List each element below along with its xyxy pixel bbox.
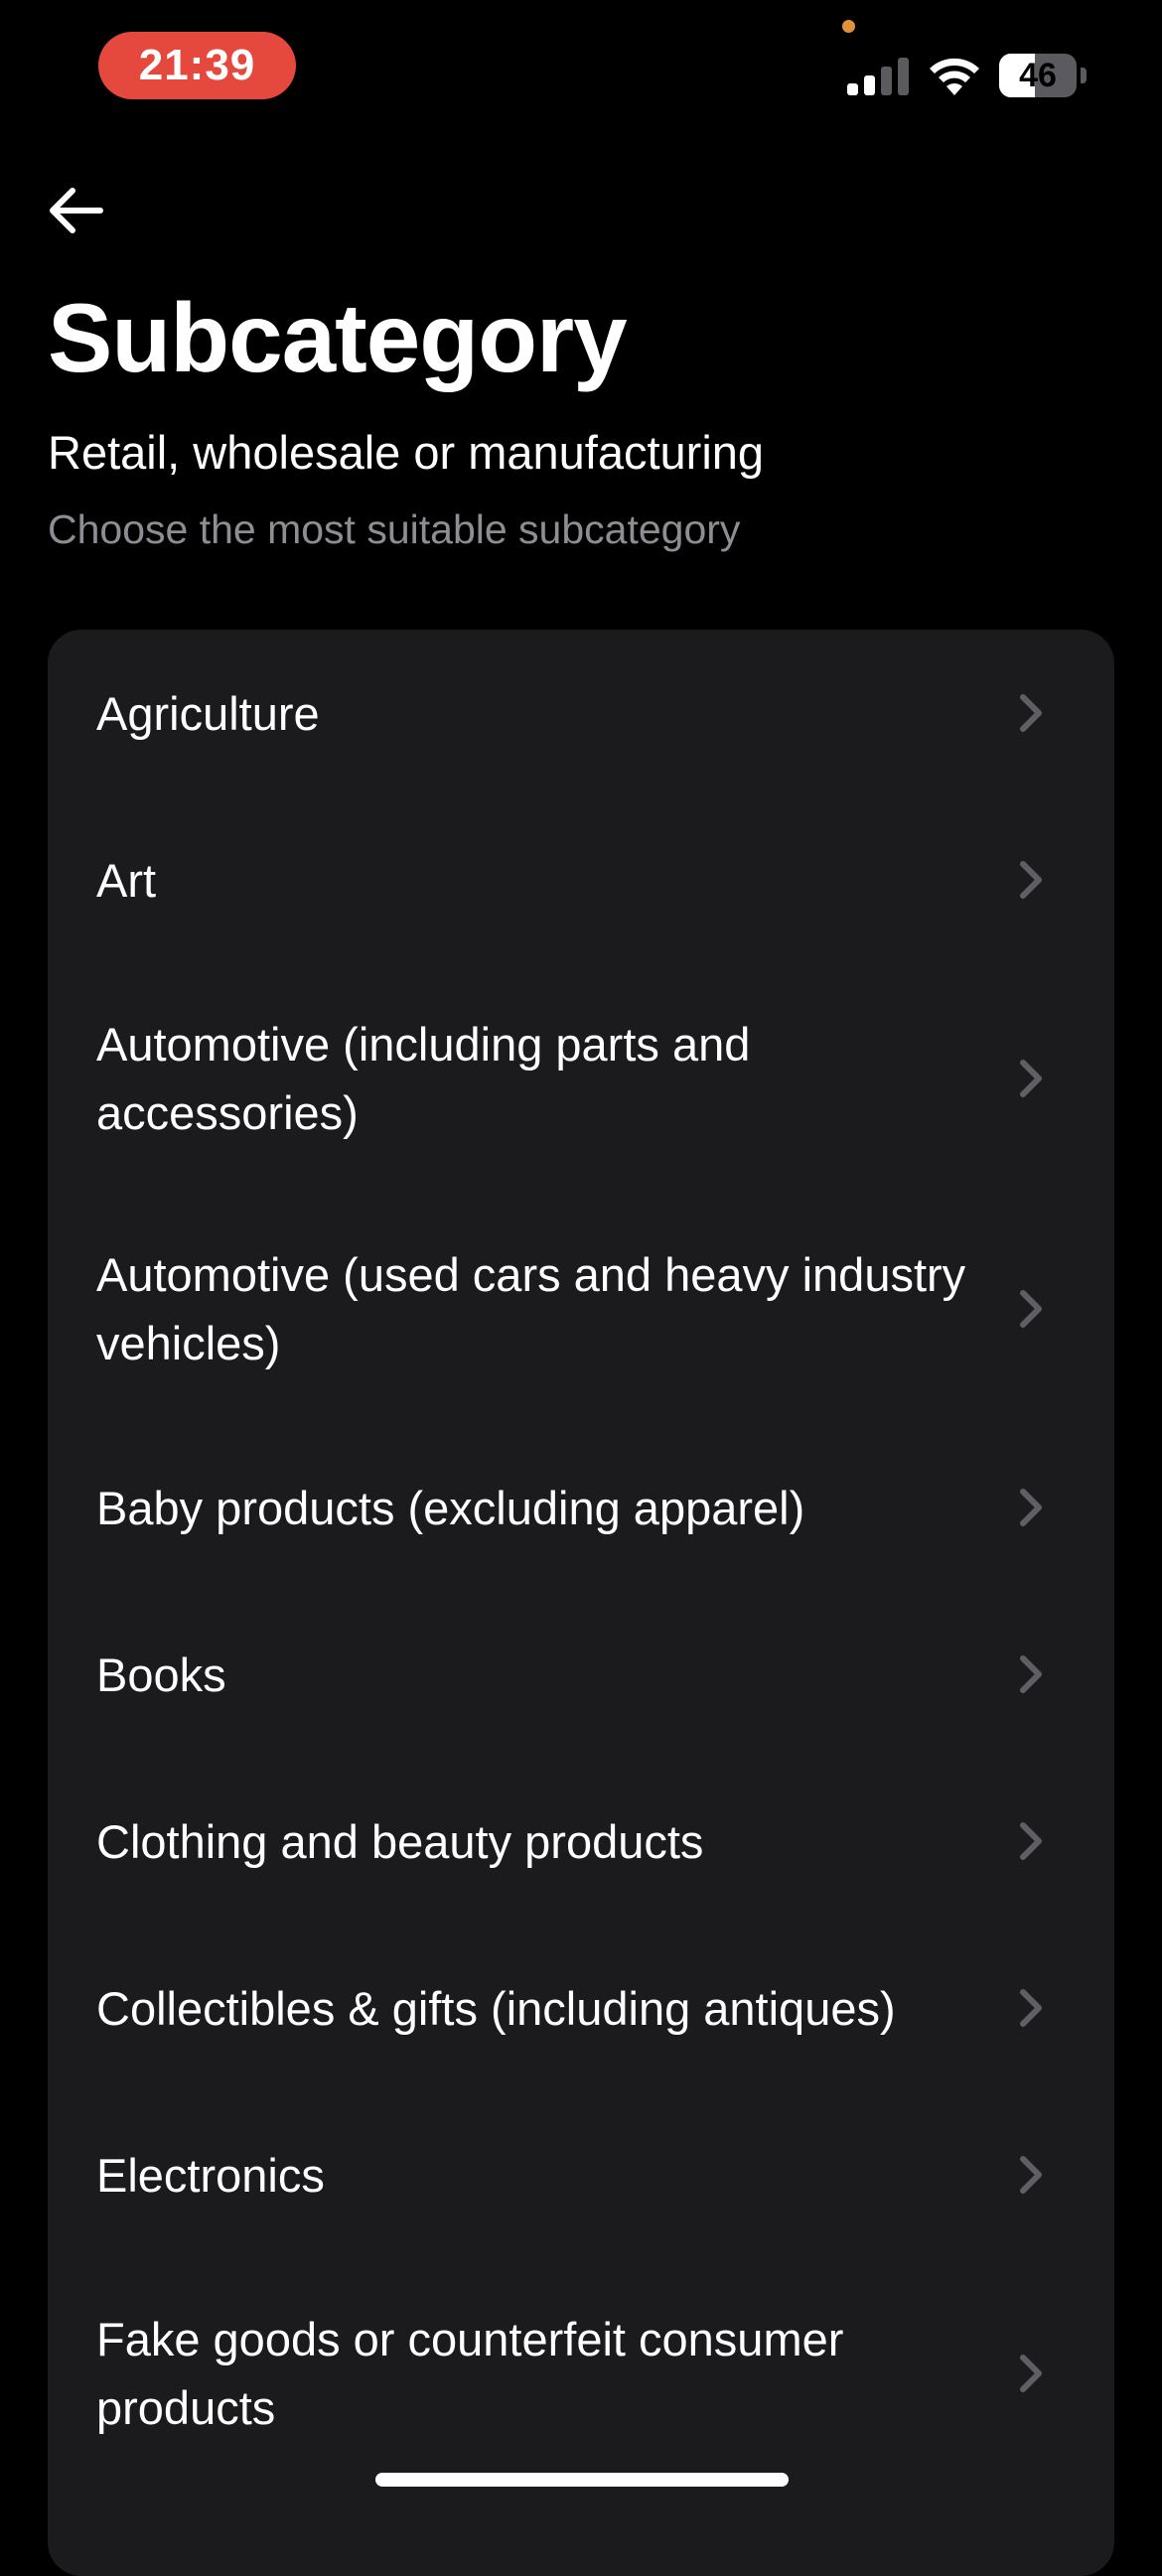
page-title: Subcategory — [48, 283, 628, 392]
chevron-right-icon — [1020, 2156, 1042, 2194]
subcategory-item-clothing-beauty[interactable]: Clothing and beauty products — [48, 1758, 1114, 1925]
subcategory-item-fake-goods[interactable]: Fake goods or counterfeit consumer produ… — [48, 2258, 1114, 2489]
subcategory-label: Agriculture — [96, 686, 320, 740]
subcategory-item-automotive-parts[interactable]: Automotive (including parts and accessor… — [48, 963, 1114, 1194]
home-indicator[interactable] — [375, 2473, 789, 2487]
privacy-indicator-dot — [842, 20, 855, 33]
subcategory-item-automotive-used-cars[interactable]: Automotive (used cars and heavy industry… — [48, 1194, 1114, 1424]
chevron-right-icon — [1020, 1822, 1042, 1860]
back-button[interactable] — [36, 171, 115, 250]
subcategory-item-baby-products[interactable]: Baby products (excluding apparel) — [48, 1424, 1114, 1591]
subcategory-label: Clothing and beauty products — [96, 1814, 704, 1868]
subcategory-label: Collectibles & gifts (including antiques… — [96, 1981, 896, 2035]
subcategory-item-collectibles-gifts[interactable]: Collectibles & gifts (including antiques… — [48, 1925, 1114, 2091]
chevron-right-icon — [1020, 2355, 1042, 2392]
subcategory-item-agriculture[interactable]: Agriculture — [48, 630, 1114, 796]
battery-percentage: 46 — [1019, 57, 1057, 94]
chevron-right-icon — [1020, 694, 1042, 732]
chevron-right-icon — [1020, 1290, 1042, 1328]
subcategory-label: Automotive (used cars and heavy industry… — [96, 1248, 966, 1369]
chevron-right-icon — [1020, 1655, 1042, 1693]
wifi-icon — [930, 58, 979, 95]
subcategory-item-art[interactable]: Art — [48, 796, 1114, 963]
subcategory-label: Electronics — [96, 2148, 325, 2202]
cellular-signal-icon — [847, 58, 909, 95]
battery-icon: 46 — [999, 54, 1087, 97]
instruction-text: Choose the most suitable subcategory — [48, 506, 741, 552]
status-bar: 21:39 46 — [0, 0, 1162, 139]
subcategory-item-electronics[interactable]: Electronics — [48, 2091, 1114, 2258]
chevron-right-icon — [1020, 1060, 1042, 1097]
subcategory-label: Art — [96, 853, 157, 907]
chevron-right-icon — [1020, 1989, 1042, 2027]
subcategory-label: Automotive (including parts and accessor… — [96, 1018, 751, 1139]
subcategory-item-books[interactable]: Books — [48, 1591, 1114, 1758]
subcategory-label: Books — [96, 1647, 226, 1701]
subcategory-label: Baby products (excluding apparel) — [96, 1481, 805, 1534]
chevron-right-icon — [1020, 861, 1042, 899]
parent-category-label: Retail, wholesale or manufacturing — [48, 426, 765, 479]
subcategory-label: Fake goods or counterfeit consumer produ… — [96, 2313, 844, 2434]
arrow-left-icon — [50, 188, 103, 233]
chevron-right-icon — [1020, 1489, 1042, 1526]
subcategory-list: Agriculture Art Automotive (including pa… — [48, 630, 1114, 2576]
status-time: 21:39 — [98, 32, 296, 99]
